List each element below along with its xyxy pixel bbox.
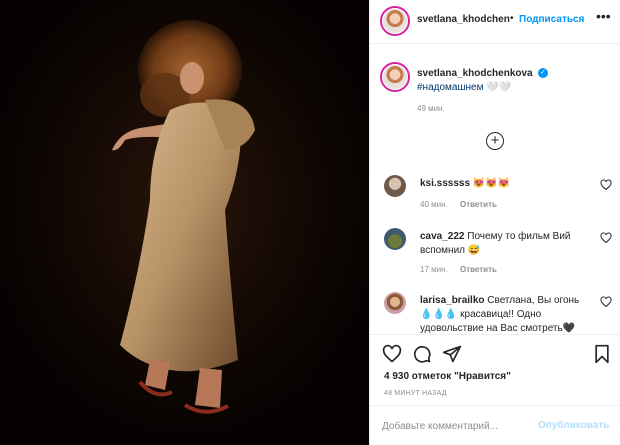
heart-icon[interactable]	[382, 344, 402, 364]
post-sidebar: svetlana_khodchen • Подписаться ••• svet…	[369, 0, 620, 445]
comment-time[interactable]: 40 мин.	[420, 200, 448, 209]
comment-body: ksi.ssssss 😻😻😻	[420, 177, 590, 191]
verified-badge-icon: ✓	[538, 68, 548, 78]
post-image	[0, 0, 369, 445]
comment-body: larisa_brailko Светлана, Вы огонь💧💧💧 кра…	[420, 294, 590, 336]
comment-icon[interactable]	[412, 344, 432, 364]
share-icon[interactable]	[442, 344, 462, 364]
more-horizontal-icon[interactable]: •••	[596, 8, 611, 24]
publish-button[interactable]: Опубликовать	[538, 420, 609, 431]
caption-username[interactable]: svetlana_khodchenkova	[417, 68, 533, 79]
comment-meta: 17 мин. Ответить	[420, 265, 507, 274]
comment-input[interactable]	[382, 417, 532, 435]
comment-username[interactable]: cava_222	[420, 231, 465, 242]
comment-username[interactable]: larisa_brailko	[420, 295, 484, 306]
comment-avatar[interactable]	[384, 175, 406, 197]
comment-avatar[interactable]	[384, 228, 406, 250]
caption-text[interactable]: #надомашнем 🤍🤍	[417, 82, 511, 93]
post-header: svetlana_khodchen • Подписаться •••	[370, 0, 620, 44]
comment-text: 😻😻😻	[472, 178, 511, 189]
heart-icon[interactable]	[600, 232, 612, 244]
caption-avatar[interactable]	[380, 62, 410, 92]
post-photo[interactable]	[0, 0, 369, 445]
comment-reply-button[interactable]: Ответить	[460, 265, 497, 274]
follow-button[interactable]: Подписаться	[519, 14, 584, 25]
comment-reply-button[interactable]: Ответить	[460, 200, 497, 209]
add-comment-bar: Опубликовать	[370, 405, 620, 445]
post-timestamp[interactable]: 48 МИНУТ НАЗАД	[384, 390, 447, 397]
comment-avatar[interactable]	[384, 292, 406, 314]
comment-time[interactable]: 17 мин.	[420, 265, 448, 274]
comment-username[interactable]: ksi.ssssss	[420, 178, 470, 189]
heart-icon[interactable]	[600, 296, 612, 308]
heart-icon[interactable]	[600, 179, 612, 191]
header-username[interactable]: svetlana_khodchen	[417, 14, 510, 25]
caption-time[interactable]: 49 мин.	[417, 104, 445, 113]
header-separator: •	[510, 13, 514, 24]
plus-circle-icon[interactable]: +	[486, 132, 504, 150]
comment-body: cava_222 Почему то фильм Вий вспомнил 😅	[420, 230, 590, 258]
likes-count[interactable]: 4 930 отметок "Нравится"	[384, 371, 511, 382]
author-avatar[interactable]	[380, 6, 410, 36]
comment-meta: 40 мин. Ответить	[420, 200, 507, 209]
bookmark-icon[interactable]	[592, 344, 612, 364]
post-actions: 4 930 отметок "Нравится" 48 МИНУТ НАЗАД	[370, 334, 620, 397]
